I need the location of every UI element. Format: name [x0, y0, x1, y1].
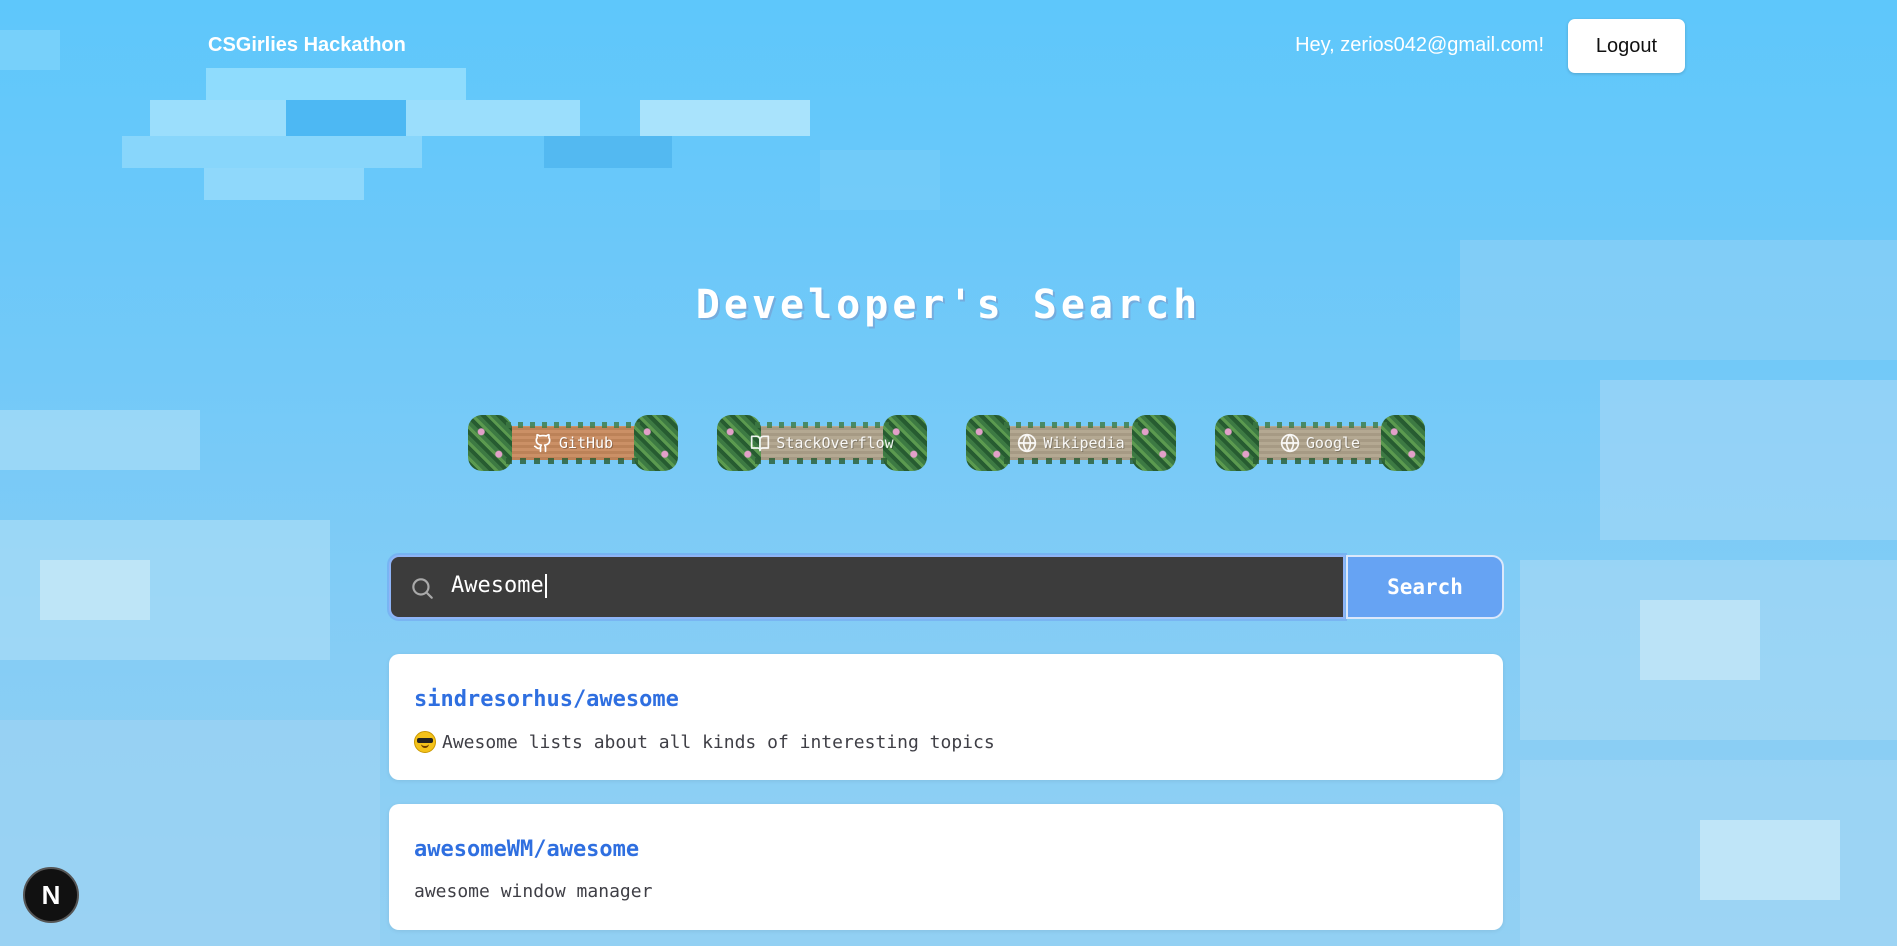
- search-input[interactable]: Awesome: [389, 555, 1345, 619]
- result-title-link[interactable]: sindresorhus/awesome: [414, 687, 679, 712]
- top-navbar: CSGirlies Hackathon Hey, zerios042@gmail…: [0, 0, 1897, 92]
- source-stackoverflow-button[interactable]: StackOverflow: [715, 412, 929, 474]
- result-card: awesomeWM/awesome awesome window manager: [389, 804, 1503, 930]
- logout-button[interactable]: Logout: [1568, 19, 1685, 73]
- github-icon: [533, 433, 551, 453]
- text-caret: [544, 574, 547, 598]
- source-label: StackOverflow: [776, 434, 894, 452]
- source-label: Google: [1305, 434, 1361, 452]
- user-greeting: Hey, zerios042@gmail.com!: [1295, 34, 1544, 56]
- sunglasses-emoji-icon: [414, 731, 436, 753]
- source-label: GitHub: [558, 434, 614, 452]
- search-icon: [412, 578, 433, 599]
- search-button[interactable]: Search: [1346, 555, 1504, 619]
- source-google-button[interactable]: Google: [1213, 412, 1427, 474]
- search-input-value: Awesome: [451, 573, 544, 598]
- result-title-link[interactable]: awesomeWM/awesome: [414, 837, 639, 862]
- result-description: awesome window manager: [414, 881, 653, 902]
- result-description: Awesome lists about all kinds of interes…: [442, 731, 995, 753]
- source-label: Wikipedia: [1043, 434, 1125, 452]
- globe-icon: [1018, 433, 1037, 453]
- nextjs-dev-indicator-button[interactable]: N: [23, 867, 79, 923]
- book-icon: [751, 435, 770, 452]
- source-wikipedia-button[interactable]: Wikipedia: [964, 412, 1178, 474]
- result-card: sindresorhus/awesome Awesome lists about…: [389, 654, 1503, 780]
- search-bar: Awesome Search: [389, 555, 1504, 619]
- page-title: Developer's Search: [695, 282, 1202, 328]
- source-github-button[interactable]: GitHub: [466, 412, 680, 474]
- globe-icon: [1280, 433, 1300, 453]
- brand-link[interactable]: CSGirlies Hackathon: [208, 34, 406, 57]
- source-selector: GitHub StackOverflow Wikipedia Google: [0, 412, 1897, 476]
